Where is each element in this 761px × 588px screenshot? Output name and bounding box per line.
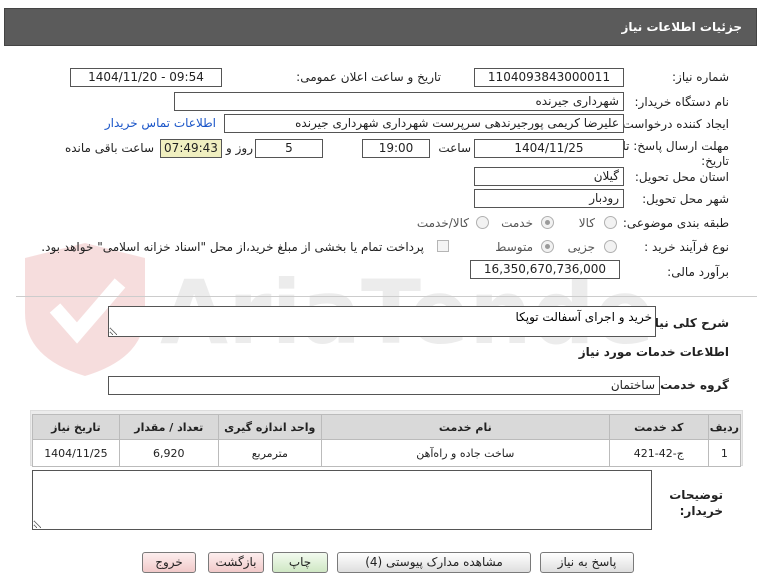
- table-header-row: ردیف کد خدمت نام خدمت واحد اندازه گیری ت…: [32, 414, 742, 440]
- days-label: روز و: [226, 141, 253, 155]
- deadline-label: مهلت ارسال پاسخ: تا: [622, 139, 729, 153]
- cell-service-code: ج-42-421: [608, 439, 709, 467]
- treasury-checkbox[interactable]: [437, 240, 449, 252]
- category-option-goods: کالا: [578, 216, 595, 230]
- remaining-days-field: 5: [255, 139, 323, 158]
- cell-row-number: 1: [707, 439, 742, 467]
- category-option-service: خدمت: [501, 216, 533, 230]
- cell-unit: مترمربع: [217, 439, 322, 467]
- category-label: طبقه بندی موضوعی:: [622, 216, 729, 230]
- service-group-label: گروه خدمت:: [655, 378, 729, 392]
- announce-datetime-field: 1404/11/20 - 09:54: [70, 68, 222, 87]
- exit-button[interactable]: خروج: [142, 552, 196, 573]
- need-number-field: 1104093843000011: [474, 68, 624, 87]
- respond-button[interactable]: پاسخ به نیاز: [540, 552, 634, 573]
- process-radio-minor[interactable]: [604, 240, 617, 253]
- section-divider: [16, 296, 757, 297]
- col-header-unit: واحد اندازه گیری: [217, 414, 322, 440]
- deadline-time-label: ساعت: [438, 141, 471, 155]
- deadline-time-field: 19:00: [362, 139, 430, 158]
- buyer-notes-textarea[interactable]: [32, 470, 652, 530]
- buyer-field: شهرداری جیرنده: [174, 92, 624, 111]
- col-header-code: کد خدمت: [608, 414, 709, 440]
- process-radio-medium[interactable]: [541, 240, 554, 253]
- print-button[interactable]: چاپ: [272, 552, 328, 573]
- col-header-row: ردیف: [707, 414, 742, 440]
- cell-quantity: 6,920: [118, 439, 219, 467]
- process-option-medium: متوسط: [495, 240, 533, 254]
- category-radio-goods[interactable]: [604, 216, 617, 229]
- buyer-notes-label-2: خریدار:: [679, 504, 723, 518]
- remaining-time-field: 07:49:43: [160, 139, 222, 158]
- need-number-label: شماره نیاز:: [672, 70, 729, 84]
- general-desc-textarea[interactable]: خرید و اجرای آسفالت توپکا: [108, 306, 656, 337]
- category-radio-both[interactable]: [476, 216, 489, 229]
- buyer-notes-label: توضیحات: [669, 488, 723, 502]
- province-field: گیلان: [474, 167, 624, 186]
- page-header: جزئیات اطلاعات نیاز: [4, 8, 757, 46]
- city-label: شهر محل تحویل:: [642, 192, 729, 206]
- estimate-label: برآورد مالی:: [667, 265, 729, 279]
- estimate-field: 16,350,670,736,000: [470, 260, 620, 279]
- table-row: 1 ج-42-421 ساخت جاده و راه‌آهن مترمربع 6…: [32, 439, 742, 467]
- announce-label: تاریخ و ساعت اعلان عمومی:: [296, 70, 441, 84]
- creator-label: ایجاد کننده درخواست:: [618, 117, 729, 131]
- cell-service-name: ساخت جاده و راه‌آهن: [320, 439, 610, 467]
- service-group-field: ساختمان: [108, 376, 660, 395]
- process-option-minor: جزیی: [567, 240, 595, 254]
- back-button[interactable]: بازگشت: [208, 552, 264, 573]
- treasury-payment-note: پرداخت تمام یا بخشی از مبلغ خرید،از محل …: [41, 240, 424, 254]
- remaining-label: ساعت باقی مانده: [64, 141, 154, 155]
- buyer-label: نام دستگاه خریدار:: [634, 95, 730, 109]
- cell-need-date: 1404/11/25: [32, 439, 120, 467]
- deadline-label-date: تاریخ:: [701, 154, 729, 168]
- col-header-quantity: تعداد / مقدار: [118, 414, 219, 440]
- city-field: رودبار: [474, 189, 624, 208]
- services-table: ردیف کد خدمت نام خدمت واحد اندازه گیری ت…: [32, 414, 742, 467]
- creator-field: علیرضا کریمی پورجیرندهی سرپرست شهرداری ش…: [224, 114, 624, 133]
- process-label: نوع فرآیند خرید :: [644, 240, 729, 254]
- buyer-contact-link[interactable]: اطلاعات تماس خریدار: [105, 116, 216, 130]
- col-header-date: تاریخ نیاز: [32, 414, 120, 440]
- col-header-name: نام خدمت: [320, 414, 610, 440]
- category-radio-service[interactable]: [541, 216, 554, 229]
- services-heading: اطلاعات خدمات مورد نیاز: [578, 345, 729, 359]
- deadline-date-field: 1404/11/25: [474, 139, 624, 158]
- province-label: استان محل تحویل:: [634, 170, 729, 184]
- category-option-both: کالا/خدمت: [416, 216, 469, 230]
- attachments-button[interactable]: مشاهده مدارک پیوستی (4): [337, 552, 531, 573]
- page-title: جزئیات اطلاعات نیاز: [621, 20, 742, 34]
- need-details-page: AriaTender.neT جزئیات اطلاعات نیاز شماره…: [0, 0, 761, 588]
